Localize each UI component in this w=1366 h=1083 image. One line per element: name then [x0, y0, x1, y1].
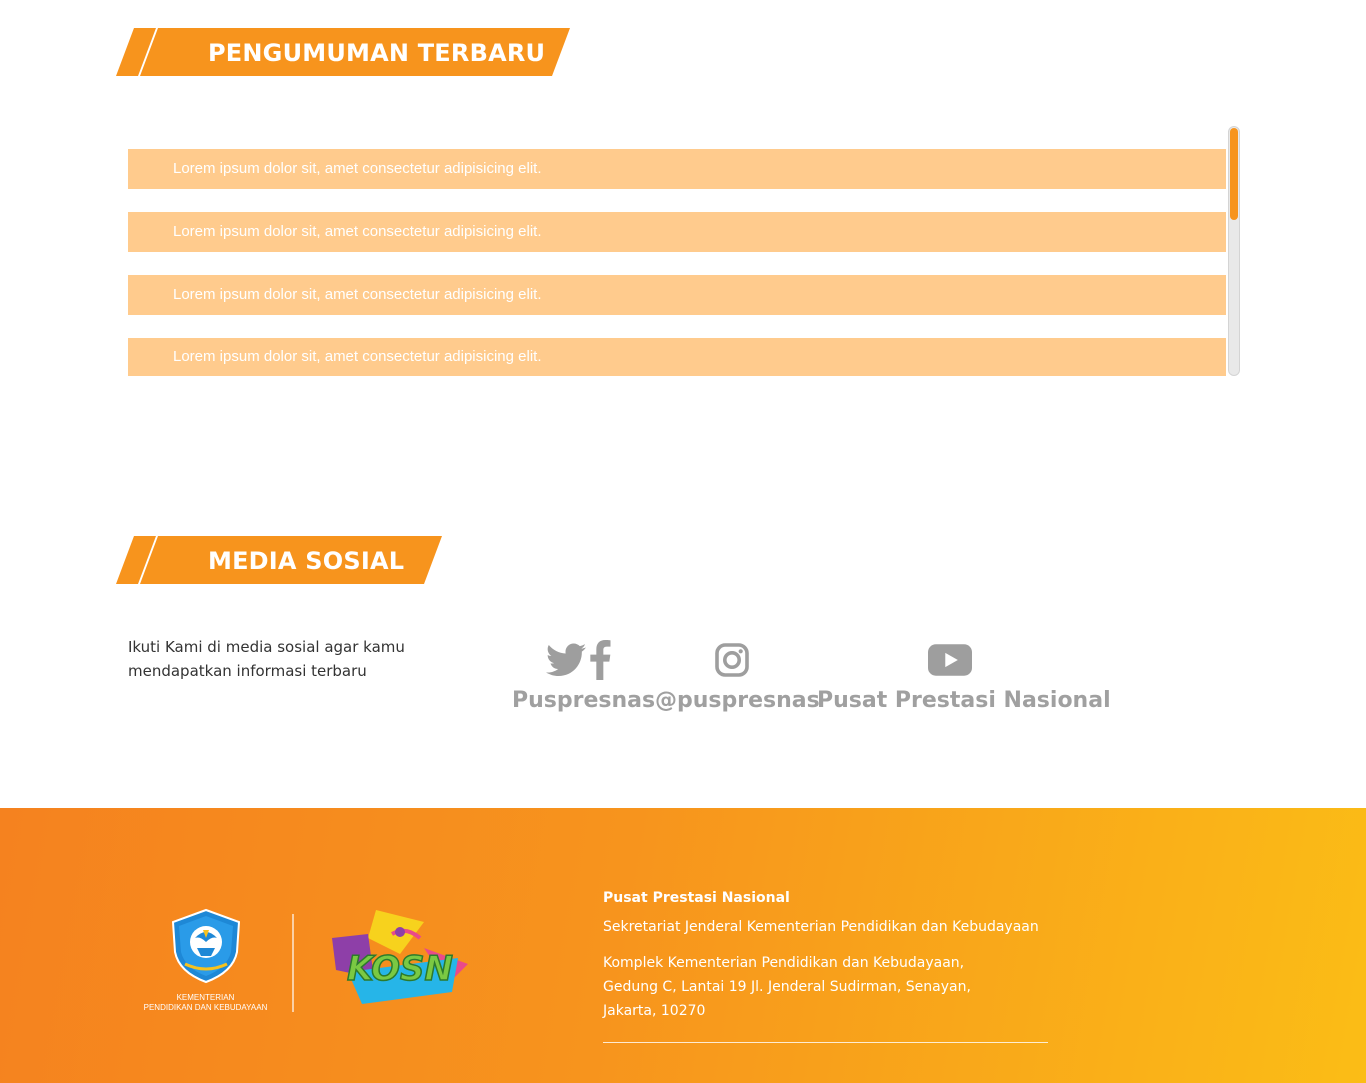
svg-text:KOSN: KOSN — [347, 949, 453, 989]
logo-caption-line-1: KEMENTERIAN — [176, 993, 235, 1002]
social-label[interactable]: @puspresnas — [655, 688, 820, 713]
footer-address: Komplek Kementerian Pendidikan dan Kebud… — [603, 951, 1003, 1023]
footer-address-line: Gedung C, Lantai 19 Jl. Jenderal Sudirma… — [603, 979, 971, 995]
announcements-list-container[interactable]: Lorem ipsum dolor sit, amet consectetur … — [128, 126, 1240, 376]
social-title: MEDIA SOSIAL — [208, 547, 405, 575]
social-link-instagram[interactable]: @puspresnas — [655, 636, 820, 713]
social-link-youtube[interactable]: Pusat Prestasi Nasional — [817, 636, 1111, 713]
footer-org-name: Pusat Prestasi Nasional — [603, 890, 790, 906]
announcement-item[interactable]: Lorem ipsum dolor sit, amet consectetur … — [128, 338, 1226, 376]
footer-contact-info: Pusat Prestasi Nasional Sekretariat Jend… — [603, 888, 1039, 1023]
footer-logo-divider — [292, 914, 294, 1012]
social-description: Ikuti Kami di media sosial agar kamu men… — [128, 638, 405, 680]
announcement-item[interactable]: Lorem ipsum dolor sit, amet consectetur … — [128, 275, 1226, 315]
kosn-logo: KOSN — [328, 908, 473, 1019]
footer-divider-line — [603, 1042, 1048, 1043]
tut-wuri-handayani-emblem-icon — [171, 908, 240, 984]
scrollbar-thumb[interactable] — [1230, 128, 1238, 220]
announcement-item[interactable]: Lorem ipsum dolor sit, amet consectetur … — [128, 149, 1226, 189]
social-label[interactable]: Puspresnas — [512, 688, 655, 713]
social-icons — [655, 636, 809, 684]
youtube-icon[interactable] — [928, 644, 972, 676]
kemdikbud-logo-caption: KEMENTERIAN PENDIDIKAN DAN KEBUDAYAAN — [138, 993, 273, 1013]
scrollbar-track[interactable] — [1228, 126, 1240, 376]
footer-sub-org: Sekretariat Jenderal Kementerian Pendidi… — [603, 919, 1039, 935]
social-icons — [817, 636, 1083, 684]
social-link-puspresnas[interactable]: Puspresnas — [512, 636, 655, 713]
footer-address-line: Jakarta, 10270 — [603, 1003, 706, 1019]
announcements-title: PENGUMUMAN TERBARU — [208, 39, 546, 67]
announcement-item[interactable]: Lorem ipsum dolor sit, amet consectetur … — [128, 212, 1226, 252]
social-label[interactable]: Pusat Prestasi Nasional — [817, 688, 1111, 713]
footer: KEMENTERIAN PENDIDIKAN DAN KEBUDAYAAN KO… — [0, 808, 1366, 1083]
logo-caption-line-2: PENDIDIKAN DAN KEBUDAYAAN — [143, 1003, 268, 1012]
twitter-icon[interactable] — [546, 643, 586, 677]
instagram-icon[interactable] — [714, 642, 750, 678]
facebook-icon[interactable] — [588, 640, 612, 680]
announcements-header: PENGUMUMAN TERBARU — [116, 28, 576, 76]
footer-address-line: Komplek Kementerian Pendidikan dan Kebud… — [603, 955, 965, 971]
social-icons — [512, 636, 646, 684]
kosn-logo-icon: KOSN — [332, 910, 468, 1004]
kemdikbud-logo: KEMENTERIAN PENDIDIKAN DAN KEBUDAYAAN — [138, 908, 273, 1013]
social-header: MEDIA SOSIAL — [116, 536, 446, 584]
announcements-list: Lorem ipsum dolor sit, amet consectetur … — [128, 149, 1226, 376]
